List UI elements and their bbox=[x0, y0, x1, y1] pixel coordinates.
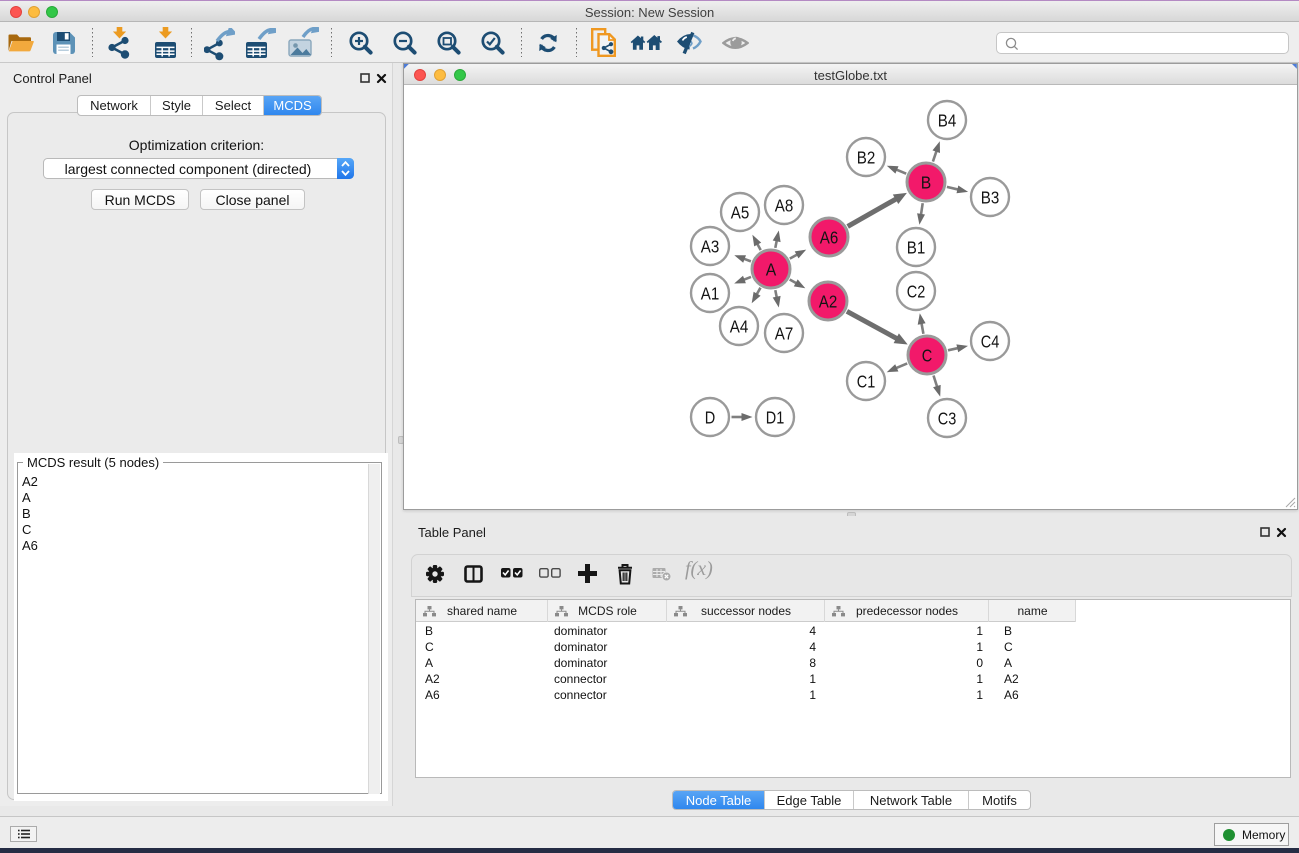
svg-text:B: B bbox=[921, 173, 932, 193]
svg-text:B1: B1 bbox=[907, 238, 926, 258]
svg-text:C4: C4 bbox=[981, 332, 1000, 352]
svg-text:A: A bbox=[766, 260, 777, 280]
svg-text:D: D bbox=[705, 408, 716, 428]
svg-text:A1: A1 bbox=[701, 284, 720, 304]
svg-text:A7: A7 bbox=[775, 324, 794, 344]
svg-text:B2: B2 bbox=[857, 148, 876, 168]
svg-text:A3: A3 bbox=[701, 237, 720, 257]
svg-text:A2: A2 bbox=[819, 292, 838, 312]
svg-text:A8: A8 bbox=[775, 196, 794, 216]
svg-text:A4: A4 bbox=[730, 317, 749, 337]
svg-text:B4: B4 bbox=[938, 111, 957, 131]
svg-text:A6: A6 bbox=[820, 228, 839, 248]
svg-text:C1: C1 bbox=[857, 372, 876, 392]
svg-text:D1: D1 bbox=[766, 408, 785, 428]
svg-text:A5: A5 bbox=[731, 203, 750, 223]
svg-text:C: C bbox=[922, 346, 933, 366]
svg-text:B3: B3 bbox=[981, 188, 1000, 208]
svg-text:C2: C2 bbox=[907, 282, 926, 302]
svg-text:C3: C3 bbox=[938, 409, 957, 429]
